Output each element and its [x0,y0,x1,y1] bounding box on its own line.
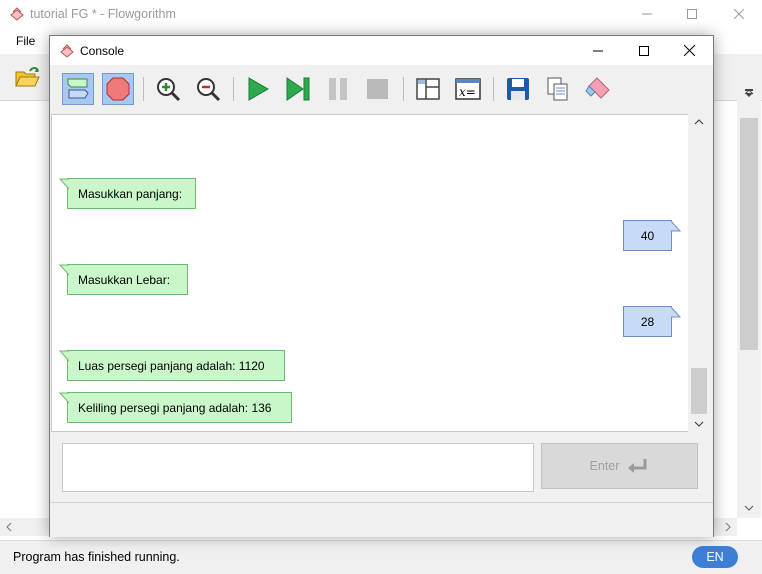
stop-icon [367,79,388,99]
zoom-out-button[interactable] [192,73,224,105]
main-minimize-button[interactable] [624,0,670,28]
chevron-down-icon[interactable] [737,500,761,518]
toolbar-divider [233,77,234,101]
bubble-tail [59,178,69,190]
status-bar: Program has finished running. EN [0,540,762,574]
output-message-text: Masukkan Lebar: [78,272,171,287]
output-bubble: Masukkan Lebar: [59,264,188,295]
minimize-icon [593,50,603,51]
toolbar-divider [403,77,404,101]
zoom-in-button[interactable] [152,73,184,105]
console-titlebar: Console [50,36,713,65]
run-button[interactable] [242,73,274,105]
chat-view-icon [67,78,89,99]
step-icon [286,77,310,101]
bubble-tail [671,220,681,232]
chevron-down-icon[interactable] [688,416,710,432]
maximize-icon [639,45,649,56]
layout-icon [416,78,440,100]
copy-button[interactable] [542,73,574,105]
enter-button[interactable]: Enter [541,443,698,489]
console-title: Console [80,44,125,58]
save-icon [507,78,529,100]
variables-icon: x= [455,78,481,100]
enter-arrow-icon [628,459,647,473]
scroll-menu-icon[interactable] [737,86,761,100]
main-vertical-scroll-thumb[interactable] [740,118,758,350]
save-button[interactable] [502,73,534,105]
flowgorithm-app-icon [10,7,24,21]
console-output[interactable]: Masukkan panjang: 40 Masukkan Lebar: 28 Luas… [51,114,690,432]
input-value-text: 40 [640,228,655,243]
zoom-in-icon [157,78,181,102]
enter-label: Enter [589,459,620,473]
close-icon [734,9,744,19]
input-bubble: 40 [623,220,681,251]
output-message-text: Keliling persegi panjang adalah: 136 [78,400,272,415]
status-text: Program has finished running. [13,550,180,564]
chevron-right-icon[interactable] [719,518,737,536]
chevron-left-icon[interactable] [0,518,18,536]
bubble-tail [59,392,69,404]
open-folder-icon[interactable] [15,66,41,88]
variables-button[interactable]: x= [452,73,484,105]
toolbar-divider [143,77,144,101]
pause-button[interactable] [322,73,354,105]
stop-button[interactable] [362,73,394,105]
console-minimize-button[interactable] [576,36,620,65]
console-scroll-thumb[interactable] [691,368,707,414]
svg-text:x=: x= [459,85,476,99]
input-value-text: 28 [640,314,655,329]
bubble-tail [59,350,69,362]
pause-icon [329,78,347,100]
eraser-icon [585,77,610,99]
toolbar-divider [493,77,494,101]
console-window: Console x= Masukkan panjang: 40 Masukkan… [49,35,714,537]
menu-file[interactable]: File [16,34,35,48]
output-message-text: Masukkan panjang: [78,186,183,201]
console-footer [50,502,713,537]
main-close-button[interactable] [716,0,762,28]
bubble-tail [59,264,69,276]
copy-icon [547,77,568,101]
bubble-tail [671,306,681,318]
language-badge[interactable]: EN [692,546,738,568]
close-icon [683,45,695,56]
chat-view-button[interactable] [62,73,94,105]
run-icon [248,77,269,101]
step-button[interactable] [282,73,314,105]
console-maximize-button[interactable] [622,36,666,65]
maximize-icon [687,9,697,19]
output-message-text: Luas persegi panjang adalah: 1120 [78,358,265,373]
input-bubble: 28 [623,306,681,337]
window-title: tutorial FG * - Flowgorithm [30,7,176,21]
output-bubble: Keliling persegi panjang adalah: 136 [59,392,292,423]
layout-button[interactable] [412,73,444,105]
main-titlebar: tutorial FG * - Flowgorithm [0,0,762,28]
flowgorithm-app-icon [60,44,74,58]
stop-sign-icon [106,77,130,101]
output-bubble: Luas persegi panjang adalah: 1120 [59,350,285,381]
clear-button[interactable] [582,73,614,105]
console-toolbar: x= [50,65,713,113]
console-vertical-scrollbar[interactable] [688,114,710,432]
main-maximize-button[interactable] [669,0,715,28]
output-bubble: Masukkan panjang: [59,178,196,209]
chevron-up-icon[interactable] [688,114,710,130]
console-close-button[interactable] [667,36,711,65]
console-input-field[interactable] [62,443,534,492]
stop-sign-button[interactable] [102,73,134,105]
minimize-icon [642,13,652,15]
zoom-out-icon [197,78,221,102]
